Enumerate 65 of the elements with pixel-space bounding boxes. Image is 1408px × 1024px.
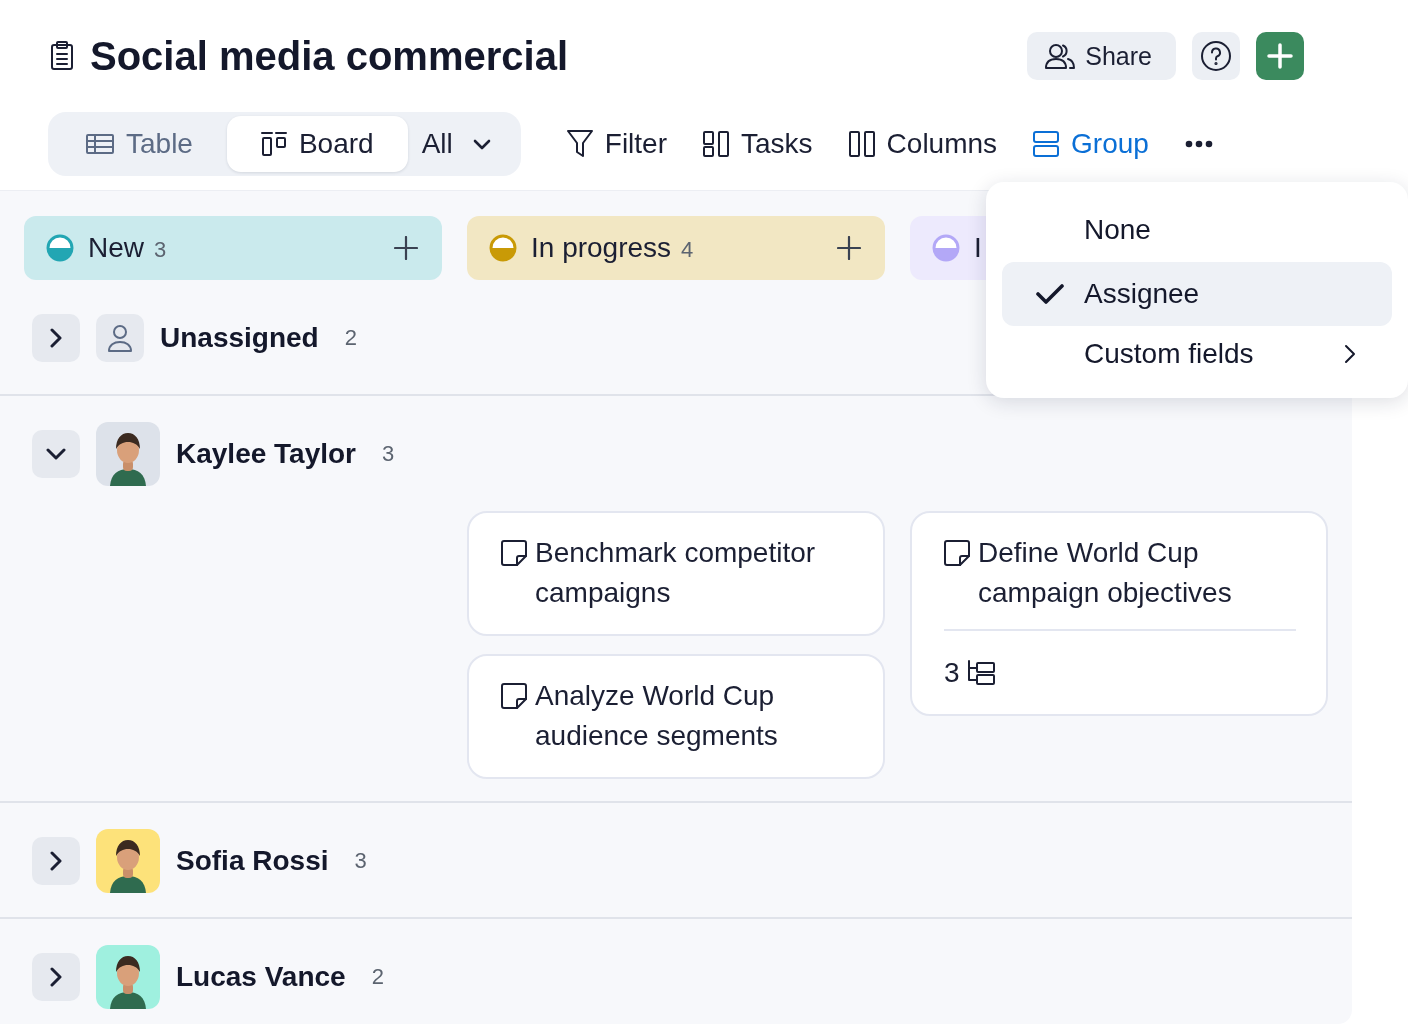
add-card-button[interactable] (394, 236, 418, 260)
task-title: Analyze World Cup audience segments (535, 679, 779, 753)
plus-icon (1267, 43, 1293, 69)
view-tab[interactable]: Board (226, 116, 408, 172)
expand-button[interactable] (32, 953, 80, 1001)
tasks-icon (703, 131, 729, 157)
task-count: 3 (382, 441, 395, 467)
help-button[interactable] (1192, 32, 1240, 80)
check-icon (1036, 283, 1064, 305)
clipboard-icon (50, 41, 74, 71)
plus-icon (837, 236, 861, 260)
tasks-button[interactable]: Tasks (703, 128, 813, 160)
filter-button[interactable]: Filter (566, 128, 667, 160)
task-count: 2 (371, 964, 384, 990)
expand-button[interactable] (32, 837, 80, 885)
task-card[interactable]: Benchmark competitor campaigns (467, 511, 885, 636)
chevron-right-icon (49, 967, 63, 987)
task-count: 2 (344, 325, 357, 351)
view-filter-dropdown[interactable]: All (407, 116, 517, 172)
filter-icon (566, 130, 593, 158)
menu-item[interactable]: None (1002, 198, 1392, 262)
expand-button[interactable] (32, 314, 80, 362)
collapse-button[interactable] (32, 430, 80, 478)
task-title: Benchmark competitor campaigns (535, 536, 817, 610)
chevron-right-icon (49, 328, 63, 348)
add-card-button[interactable] (837, 236, 861, 260)
chevron-down-icon (472, 138, 491, 150)
add-button[interactable] (1256, 32, 1304, 80)
group-icon (1033, 131, 1060, 157)
more-icon (1184, 140, 1213, 148)
chevron-down-icon (46, 447, 66, 461)
task-card[interactable]: Define World Cup campaign objectives 3 (910, 511, 1328, 716)
note-icon (944, 540, 970, 566)
assignee-name: Sofia Rossi (176, 845, 329, 877)
subtasks-icon (965, 660, 996, 686)
note-icon (501, 540, 527, 566)
chevron-right-icon (49, 851, 63, 871)
column-title: I (974, 232, 982, 264)
columns-icon (848, 131, 875, 157)
page-title: Social media commercial (90, 33, 568, 79)
task-title: Define World Cup campaign objectives (978, 536, 1233, 610)
view-tab[interactable]: Table (52, 116, 227, 172)
column-count: 4 (681, 237, 694, 263)
task-card[interactable]: Analyze World Cup audience segments (467, 654, 885, 779)
help-icon (1200, 40, 1232, 72)
share-button[interactable]: Share (1027, 32, 1176, 80)
table-icon (86, 134, 114, 154)
column-title: In progress (531, 232, 672, 264)
person-icon (96, 314, 144, 362)
assignee-name: Lucas Vance (176, 961, 346, 993)
assignee-name: Unassigned (160, 322, 319, 354)
menu-item[interactable]: Assignee (1002, 262, 1392, 326)
group-button[interactable]: Group (1033, 128, 1149, 160)
column-count: 3 (154, 237, 167, 263)
menu-item[interactable]: Custom fields (1002, 326, 1392, 382)
people-icon (1045, 43, 1076, 69)
task-count: 3 (354, 848, 367, 874)
assignee-name: Kaylee Taylor (176, 438, 357, 470)
plus-icon (394, 236, 418, 260)
board-icon (260, 132, 287, 156)
column-title: New (88, 232, 144, 264)
note-icon (501, 683, 527, 709)
subtask-count: 3 (944, 656, 960, 690)
more-button[interactable] (1184, 140, 1213, 148)
columns-button[interactable]: Columns (848, 128, 998, 160)
